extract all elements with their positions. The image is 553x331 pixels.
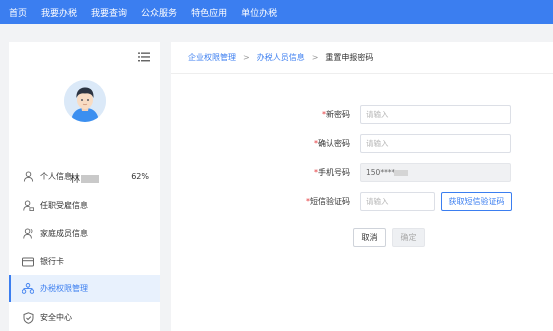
user-icon [22, 171, 34, 183]
chevron-right-icon: > [243, 53, 250, 62]
sidebar-item-family-info[interactable]: 家庭成员信息 [9, 220, 160, 247]
user-briefcase-icon [22, 200, 34, 212]
breadcrumb-enterprise-permission[interactable]: 企业权限管理 [188, 52, 236, 63]
org-tree-icon [22, 283, 34, 295]
phone-input [360, 163, 511, 182]
sidebar: 林 个人信息 62% 任职受雇信息 家庭成员信息 银行卡 办税权限管理 安全中心 [9, 42, 160, 331]
new-password-input[interactable] [360, 105, 511, 124]
main-panel: 企业权限管理 > 办税人员信息 > 重置申报密码 *新密码 *确认密码 *手机号… [171, 42, 553, 331]
new-password-label: *新密码 [322, 110, 350, 119]
completion-percent: 62% [131, 172, 149, 181]
sms-code-label: *短信验证码 [306, 197, 350, 206]
nav-query[interactable]: 我要查询 [91, 6, 127, 19]
sidebar-item-bank-card[interactable]: 银行卡 [9, 248, 160, 275]
sidebar-item-label: 办税权限管理 [40, 284, 88, 293]
sidebar-item-label: 安全中心 [40, 313, 72, 322]
breadcrumb: 企业权限管理 > 办税人员信息 > 重置申报密码 [188, 52, 373, 63]
sidebar-item-label: 银行卡 [40, 257, 64, 266]
confirm-password-label: *确认密码 [314, 139, 350, 148]
top-nav-bar: 首页 我要办税 我要查询 公众服务 特色应用 单位办税 [0, 0, 553, 24]
phone-label: *手机号码 [314, 168, 350, 177]
sidebar-item-employment-info[interactable]: 任职受雇信息 [9, 192, 160, 219]
chevron-right-icon: > [311, 53, 319, 62]
nav-home[interactable]: 首页 [9, 6, 27, 19]
divider [171, 73, 553, 74]
phone-number-mask [394, 170, 408, 176]
sms-code-input[interactable] [360, 192, 435, 211]
breadcrumb-tax-staff-info[interactable]: 办税人员信息 [257, 52, 305, 63]
sidebar-item-label: 家庭成员信息 [40, 229, 88, 238]
nav-tax-filing[interactable]: 我要办税 [41, 6, 77, 19]
confirm-button[interactable]: 确定 [392, 228, 425, 247]
nav-company-tax[interactable]: 单位办税 [241, 6, 277, 19]
sidebar-item-personal-info[interactable]: 个人信息 62% [9, 163, 160, 190]
menu-list-icon[interactable] [138, 52, 150, 62]
sidebar-item-label: 个人信息 [40, 172, 72, 181]
nav-featured-apps[interactable]: 特色应用 [191, 6, 227, 19]
family-icon [22, 228, 34, 240]
cancel-button[interactable]: 取消 [353, 228, 386, 247]
avatar [64, 80, 106, 122]
breadcrumb-reset-password: 重置申报密码 [325, 53, 374, 62]
shield-icon [22, 311, 34, 324]
get-sms-code-button[interactable]: 获取短信验证码 [441, 192, 512, 211]
sidebar-item-tax-permission[interactable]: 办税权限管理 [9, 275, 160, 302]
nav-public-service[interactable]: 公众服务 [141, 6, 177, 19]
sidebar-item-security-center[interactable]: 安全中心 [9, 304, 160, 331]
sidebar-item-label: 任职受雇信息 [40, 201, 88, 210]
confirm-password-input[interactable] [360, 134, 511, 153]
card-icon [22, 256, 34, 268]
